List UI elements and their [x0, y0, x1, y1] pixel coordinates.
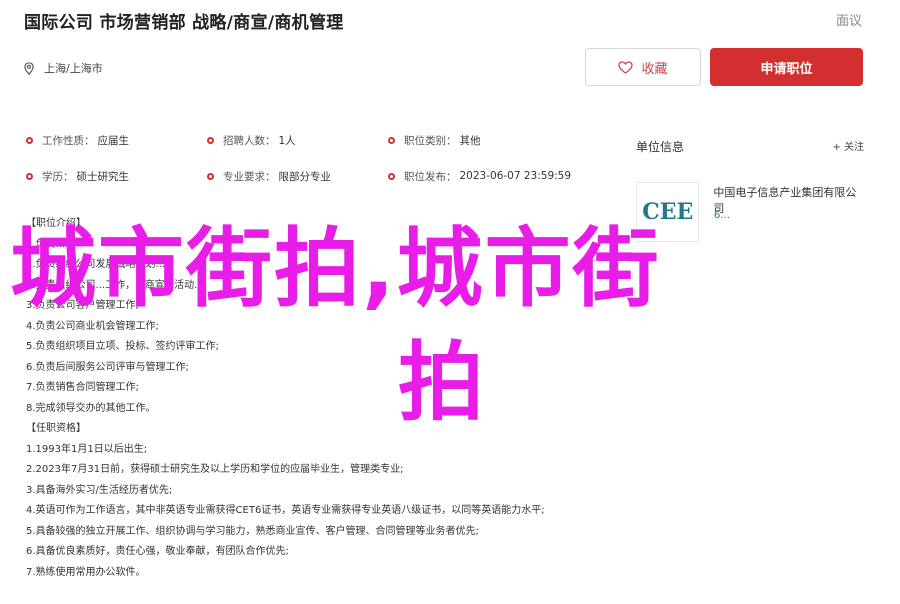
desc-line: 4.负责公司商业机会管理工作;	[26, 320, 159, 332]
location-pin-icon	[24, 61, 34, 75]
desc-line: 1.负责组织公司发展战略规划...	[26, 259, 166, 270]
desc-line: 3.负责公司客户管理工作;	[26, 300, 139, 311]
desc-line: 2.2023年7月31日前，获得硕士研究生及以上学历和学位的应届毕业生，管理类专…	[26, 464, 404, 475]
follow-button[interactable]: + 关注	[832, 138, 864, 153]
info-item-category: 职位类别： 其他	[388, 133, 481, 148]
bullet-icon	[207, 172, 214, 180]
job-header: 国际公司 市场营销部 战略/商宣/商机管理 面议 上海/上海市 收藏 申请职位	[0, 0, 900, 118]
apply-button[interactable]: 申请职位	[710, 48, 863, 86]
info-item-headcount: 招聘人数： 1人	[207, 133, 388, 148]
desc-line: 1.负责...	[26, 238, 66, 250]
desc-line: 6.负责后间服务公司评审与管理工作;	[26, 361, 189, 373]
heart-icon	[618, 60, 634, 74]
desc-line: 4.英语可作为工作语言，其中非英语专业需获得CET6证书，英语专业需获得专业英语…	[26, 505, 545, 516]
info-item-nature: 工作性质： 应届生	[26, 133, 207, 148]
bullet-icon	[207, 136, 214, 144]
info-item-degree: 学历： 硕士研究生	[26, 169, 207, 184]
favorite-button[interactable]: 收藏	[585, 48, 701, 86]
desc-line: 5.具备较强的独立开展工作、组织协调与学习能力，熟悉商业宣传、客户管理、合同管理…	[26, 525, 479, 537]
desc-line: 3.具备海外实习/生活经历者优先;	[26, 484, 173, 496]
desc-line: 2.负责组织公司...工作，...商宣...活动...	[26, 279, 204, 291]
desc-line: 1.1993年1月1日以后出生;	[26, 443, 148, 455]
desc-line: 7.负责销售合同管理工作;	[26, 382, 139, 393]
desc-line: 6.具备优良素质好，责任心强，敬业奉献，有团队合作优先;	[26, 546, 289, 557]
info-item-major: 专业要求： 限部分专业	[207, 169, 388, 184]
job-description: 【职位介绍】 1.负责... 1.负责组织公司发展战略规划... 2.负责组织公…	[26, 214, 606, 583]
info-row: 工作性质： 应届生 招聘人数： 1人 职位类别： 其他	[26, 122, 606, 158]
info-item-published: 职位发布： 2023-06-07 23:59:59	[388, 169, 571, 184]
desc-line: 8.完成领导交办的其他工作。	[26, 402, 156, 414]
company-panel: 单位信息 + 关注 CEE 中国电子信息产业集团有限公司 6...	[636, 138, 866, 242]
desc-line: 5.负责组织项目立项、投标、签约评审工作;	[26, 341, 219, 352]
company-card[interactable]: CEE 中国电子信息产业集团有限公司	[636, 182, 866, 242]
salary-text: 面议	[835, 14, 862, 29]
location-text: 上海/上海市	[44, 62, 103, 75]
location: 上海/上海市	[24, 60, 103, 76]
info-row: 学历： 硕士研究生 专业要求： 限部分专业 职位发布： 2023-06-07 23:5…	[26, 158, 606, 194]
bullet-icon	[388, 136, 395, 144]
job-title: 国际公司 市场营销部 战略/商宣/商机管理	[24, 13, 344, 33]
desc-line: 【职位介绍】	[26, 218, 86, 229]
desc-line: 7.熟练使用常用办公软件。	[26, 566, 146, 578]
company-name[interactable]: 中国电子信息产业集团有限公司	[713, 184, 866, 242]
job-info-grid: 工作性质： 应届生 招聘人数： 1人 职位类别： 其他 学历： 硕士研究生 专业要求：限…	[26, 122, 606, 194]
company-meta: 6...	[714, 210, 730, 221]
bullet-icon	[388, 172, 395, 180]
bullet-icon	[26, 136, 33, 144]
bullet-icon	[26, 172, 33, 180]
favorite-label: 收藏	[641, 61, 668, 77]
company-logo: CEE	[636, 182, 700, 242]
desc-line: 【任职资格】	[26, 423, 86, 434]
